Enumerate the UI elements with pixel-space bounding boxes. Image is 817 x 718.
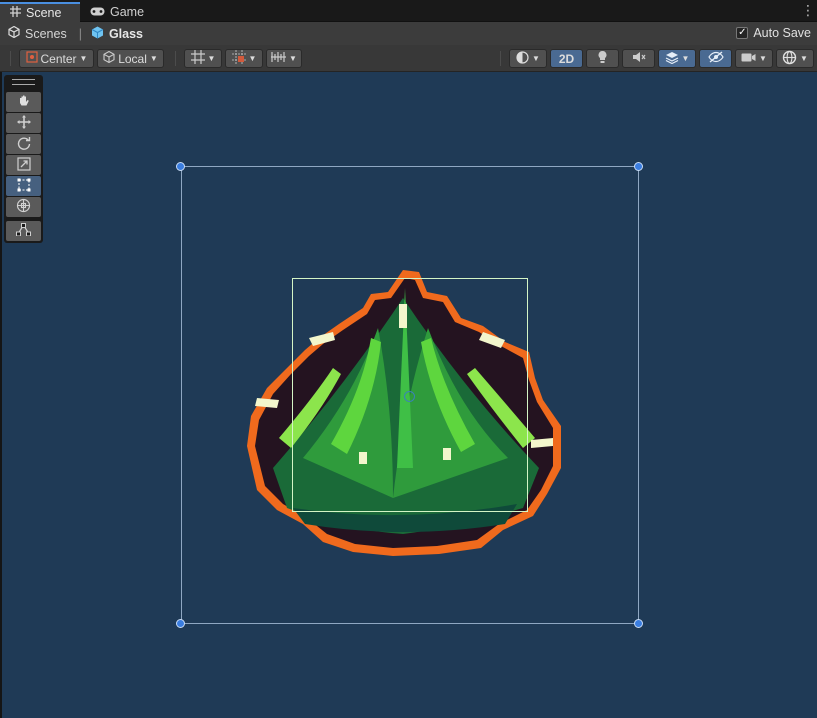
chevron-down-icon: ▼ <box>79 54 88 63</box>
rect-tool-button[interactable] <box>6 176 41 196</box>
chevron-down-icon: ▼ <box>681 54 690 63</box>
camera-settings-dropdown[interactable]: ▼ <box>735 49 773 68</box>
scale-icon <box>16 156 31 174</box>
audio-toggle[interactable] <box>622 49 655 68</box>
move-arrows-icon <box>16 114 31 132</box>
grid-snap-icon <box>190 50 205 67</box>
breadcrumb-root-label: Scenes <box>25 26 67 41</box>
toolbar-divider <box>10 51 11 66</box>
tab-label: Game <box>110 5 145 19</box>
lighting-toggle[interactable] <box>586 49 619 68</box>
kebab-menu-icon[interactable]: ⋮ <box>801 3 815 19</box>
toolbar-divider <box>500 51 501 66</box>
camera-icon <box>741 52 756 66</box>
ruler-icon <box>271 51 287 66</box>
tool-palette <box>4 75 43 243</box>
layers-icon <box>665 51 679 67</box>
hand-tool-button[interactable] <box>6 92 41 112</box>
grid-visibility-button[interactable]: ▼ <box>184 49 222 68</box>
auto-save-label: Auto Save <box>753 26 811 40</box>
chevron-down-icon: ▼ <box>289 54 297 63</box>
chevron-down-icon: ▼ <box>207 54 216 63</box>
rotate-icon <box>17 136 31 153</box>
toggle-2d-button[interactable]: 2D <box>550 49 583 68</box>
grid-icon <box>10 6 21 20</box>
auto-save-checkbox[interactable]: ✓ <box>736 27 749 39</box>
chevron-down-icon: ▼ <box>800 54 808 63</box>
hand-icon <box>17 94 31 111</box>
effects-dropdown[interactable]: ▼ <box>658 49 696 68</box>
tab-label: Scene <box>26 6 62 20</box>
chevron-down-icon: ▼ <box>532 54 540 63</box>
lightbulb-icon <box>597 50 608 67</box>
rotate-tool-button[interactable] <box>6 134 41 154</box>
chevron-down-icon: ▼ <box>759 54 767 63</box>
transform-globe-icon <box>16 198 31 216</box>
auto-save-toggle[interactable]: ✓ Auto Save <box>736 26 811 40</box>
resize-handle-top-right[interactable] <box>634 162 643 171</box>
unity-logo-icon <box>8 25 20 41</box>
pivot-rotation-label: Local <box>118 51 147 66</box>
tab-scene[interactable]: Scene <box>0 2 80 22</box>
resize-handle-bottom-left[interactable] <box>176 619 185 628</box>
gizmos-dropdown[interactable]: ▼ <box>776 49 814 68</box>
snap-increment-button[interactable]: ▼ <box>225 49 263 68</box>
pivot-point[interactable] <box>404 391 415 402</box>
chevron-down-icon: ▼ <box>248 54 257 63</box>
transform-tool-button[interactable] <box>6 197 41 217</box>
toggle-2d-label: 2D <box>558 51 575 66</box>
increment-snap-button[interactable]: ▼ <box>266 49 302 68</box>
palette-grip[interactable] <box>12 79 35 85</box>
custom-editor-icon <box>16 223 31 239</box>
breadcrumb-glass[interactable]: Glass <box>82 26 143 42</box>
tab-strip: Scene Game ⋮ <box>0 0 817 22</box>
snap-grid-icon <box>231 50 246 67</box>
pivot-center-icon <box>25 51 38 66</box>
pivot-mode-dropdown[interactable]: Center ▼ <box>19 49 94 68</box>
prefab-cube-icon <box>91 26 104 42</box>
tab-game[interactable]: Game <box>80 2 154 22</box>
breadcrumb-scenes[interactable]: Scenes | <box>0 25 82 41</box>
breadcrumb: Scenes | Glass ✓ Auto Save <box>0 22 817 45</box>
scene-toolbar: Center ▼ Local ▼ ▼ ▼ ▼ ▼ 2D ▼ ▼ ▼ <box>0 45 817 72</box>
custom-tool-button[interactable] <box>6 221 41 241</box>
breadcrumb-current-label: Glass <box>108 26 144 41</box>
gamepad-icon <box>90 5 105 19</box>
local-cube-icon <box>103 50 115 66</box>
move-tool-button[interactable] <box>6 113 41 133</box>
resize-handle-bottom-right[interactable] <box>634 619 643 628</box>
pivot-rotation-dropdown[interactable]: Local ▼ <box>97 49 164 68</box>
rect-transform-icon <box>17 178 31 195</box>
scale-tool-button[interactable] <box>6 155 41 175</box>
shading-sphere-icon <box>516 50 529 67</box>
speaker-muted-icon <box>632 51 646 66</box>
draw-mode-dropdown[interactable]: ▼ <box>509 49 547 68</box>
chevron-down-icon: ▼ <box>149 54 158 63</box>
gizmo-globe-icon <box>782 50 797 68</box>
scene-visibility-toggle[interactable] <box>699 49 732 68</box>
resize-handle-top-left[interactable] <box>176 162 185 171</box>
eye-slash-icon <box>707 51 724 66</box>
pivot-mode-label: Center <box>40 51 77 66</box>
toolbar-divider <box>175 51 176 66</box>
